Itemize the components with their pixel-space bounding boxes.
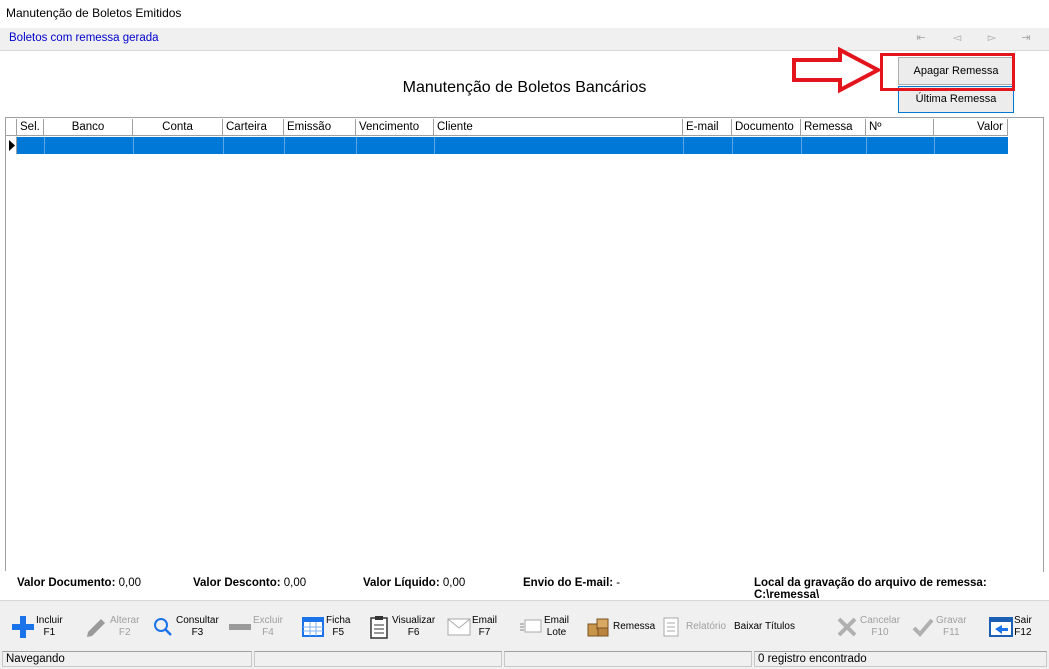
row-indicator-icon: [7, 137, 17, 154]
email-lote-button[interactable]: Email Lote: [518, 612, 569, 642]
col-vencimento[interactable]: Vencimento: [356, 119, 434, 136]
status-panel-2: [254, 651, 502, 667]
red-arrow-icon: [792, 46, 882, 94]
window-title: Manutenção de Boletos Emitidos: [6, 6, 182, 20]
table-row[interactable]: [17, 137, 1008, 154]
clipboard-icon: [366, 614, 392, 640]
valor-documento: Valor Documento: 0,00: [17, 577, 141, 589]
boletos-grid[interactable]: [5, 117, 1044, 572]
col-sel[interactable]: Sel.: [17, 119, 44, 136]
col-email[interactable]: E-mail: [683, 119, 732, 136]
nav-last-button[interactable]: ⇥: [1017, 30, 1035, 46]
visualizar-button[interactable]: Visualizar F6: [366, 612, 435, 642]
mail-list-icon: [518, 614, 544, 640]
incluir-button[interactable]: Incluir F1: [10, 612, 63, 642]
col-documento[interactable]: Documento: [732, 119, 801, 136]
consultar-button[interactable]: Consultar F3: [150, 612, 219, 642]
col-remessa[interactable]: Remessa: [801, 119, 866, 136]
close-icon: [834, 614, 860, 640]
col-valor[interactable]: Valor: [934, 119, 1008, 136]
minus-icon: [227, 614, 253, 640]
email-button[interactable]: Email F7: [446, 612, 497, 642]
nav-prev-button[interactable]: ◅: [948, 30, 966, 46]
calendar-icon: [300, 614, 326, 640]
col-cliente[interactable]: Cliente: [434, 119, 683, 136]
baixar-titulos-button[interactable]: Baixar Títulos: [734, 612, 795, 642]
boxes-icon: [585, 614, 611, 640]
remessa-button[interactable]: Remessa: [585, 612, 655, 642]
plus-icon: [10, 614, 36, 640]
sair-button[interactable]: Sair F12: [988, 612, 1032, 642]
search-icon: [150, 614, 176, 640]
ficha-button[interactable]: Ficha F5: [300, 612, 350, 642]
alterar-button[interactable]: Alterar F2: [84, 612, 139, 642]
cancelar-button[interactable]: Cancelar F10: [834, 612, 900, 642]
col-emissao[interactable]: Emissão: [284, 119, 356, 136]
envelope-icon: [446, 614, 472, 640]
col-conta[interactable]: Conta: [133, 119, 223, 136]
col-nremessa[interactable]: Nº Remessa: [866, 119, 934, 136]
report-icon: [658, 614, 684, 640]
valor-liquido: Valor Líquido: 0,00: [363, 577, 466, 589]
sub-header-text: Boletos com remessa gerada: [9, 32, 159, 44]
col-carteira[interactable]: Carteira: [223, 119, 284, 136]
relatorio-button[interactable]: Relatório: [658, 612, 726, 642]
local-gravacao: Local da gravação do arquivo de remessa:…: [754, 577, 987, 601]
pencil-icon: [84, 614, 110, 640]
grid-row-indicator-header: [6, 119, 17, 136]
excluir-button[interactable]: Excluir F4: [227, 612, 283, 642]
grid-header: Sel. Banco Conta Carteira Emissão Vencim…: [6, 119, 1008, 137]
status-panel-3: [504, 651, 752, 667]
exit-icon: [988, 614, 1014, 640]
highlight-box: [880, 53, 1015, 91]
envio-email: Envio do E-mail: -: [523, 577, 621, 589]
status-mode: Navegando: [2, 651, 252, 667]
valor-desconto: Valor Desconto: 0,00: [193, 577, 307, 589]
status-records: 0 registro encontrado: [754, 651, 1047, 667]
nav-first-button[interactable]: ⇤: [912, 30, 930, 46]
col-banco[interactable]: Banco: [44, 119, 133, 136]
check-icon: [910, 614, 936, 640]
nav-next-button[interactable]: ▻: [983, 30, 1001, 46]
gravar-button[interactable]: Gravar F11: [910, 612, 967, 642]
